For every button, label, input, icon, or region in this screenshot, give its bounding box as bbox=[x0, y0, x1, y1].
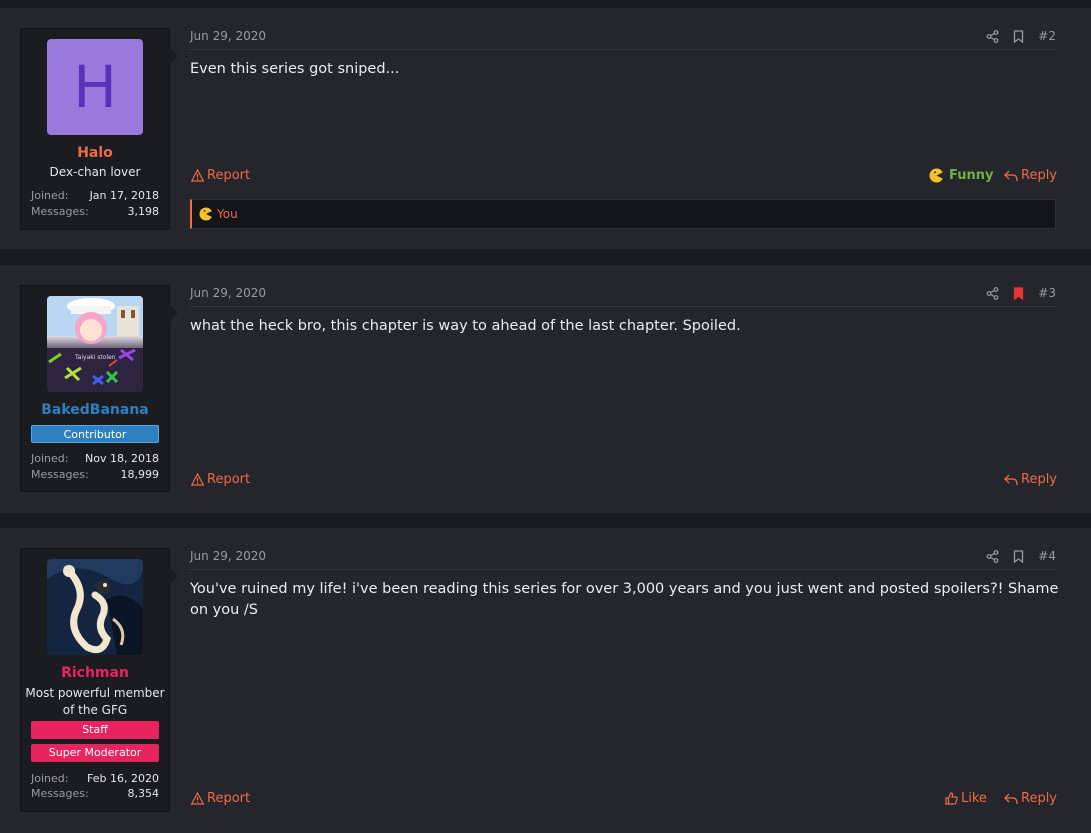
reply-label: Reply bbox=[1021, 472, 1058, 487]
joined-row: Joined: Nov 18, 2018 bbox=[31, 452, 159, 465]
avatar-caption: Taiyaki stolen bbox=[74, 354, 116, 361]
reply-button[interactable]: Reply bbox=[1004, 472, 1057, 487]
post-number[interactable]: #2 bbox=[1038, 29, 1056, 43]
user-title: Most powerful member of the GFG bbox=[25, 686, 165, 717]
user-card: H Halo Dex-chan lover Joined: Jan 17, 20… bbox=[20, 28, 178, 230]
share-icon[interactable] bbox=[986, 286, 999, 300]
staff-badge: Staff bbox=[31, 721, 159, 739]
super-moderator-badge: Super Moderator bbox=[31, 744, 159, 762]
report-button[interactable]: Report bbox=[191, 168, 250, 183]
messages-label: Messages: bbox=[31, 468, 89, 481]
funny-reaction-button[interactable]: Funny bbox=[929, 168, 993, 183]
meta-divider bbox=[190, 569, 1056, 570]
share-icon[interactable] bbox=[986, 29, 999, 43]
username[interactable]: Richman bbox=[21, 665, 169, 681]
bookmark-icon[interactable] bbox=[1013, 29, 1024, 43]
avatar-image: Taiyaki stolen bbox=[47, 296, 143, 392]
warning-icon bbox=[191, 169, 204, 182]
report-button[interactable]: Report bbox=[191, 791, 250, 806]
post-meta-actions: #2 bbox=[986, 29, 1056, 43]
post-3: Taiyaki stolen BakedBanana Contributor J… bbox=[0, 265, 1091, 513]
thumbs-up-icon bbox=[945, 792, 958, 805]
post-number[interactable]: #4 bbox=[1038, 549, 1056, 563]
reacted-by[interactable]: You bbox=[217, 207, 238, 221]
user-card: Richman Most powerful member of the GFG … bbox=[20, 548, 178, 812]
messages-row: Messages: 18,999 bbox=[31, 468, 159, 481]
avatar[interactable]: H bbox=[47, 39, 143, 135]
funny-label: Funny bbox=[949, 168, 994, 183]
meta-divider bbox=[190, 49, 1056, 50]
like-label: Like bbox=[961, 791, 987, 806]
username[interactable]: BakedBanana bbox=[21, 402, 169, 418]
report-button[interactable]: Report bbox=[191, 472, 250, 487]
reply-icon bbox=[1004, 793, 1018, 805]
meta-divider bbox=[190, 306, 1056, 307]
messages-value: 18,999 bbox=[120, 468, 160, 481]
messages-value: 3,198 bbox=[127, 205, 160, 218]
bookmark-icon[interactable] bbox=[1013, 549, 1024, 563]
post-meta-actions: #3 bbox=[986, 286, 1056, 300]
joined-value: Feb 16, 2020 bbox=[87, 772, 159, 785]
contributor-badge: Contributor bbox=[31, 425, 159, 443]
avatar-image bbox=[47, 559, 143, 655]
username[interactable]: Halo bbox=[21, 145, 169, 161]
joined-value: Jan 17, 2018 bbox=[89, 189, 159, 202]
post-number[interactable]: #3 bbox=[1038, 286, 1056, 300]
post-date[interactable]: Jun 29, 2020 bbox=[190, 286, 266, 300]
joined-row: Joined: Feb 16, 2020 bbox=[31, 772, 159, 785]
messages-label: Messages: bbox=[31, 787, 89, 800]
bookmark-icon-active[interactable] bbox=[1013, 286, 1024, 300]
post-meta-actions: #4 bbox=[986, 549, 1056, 563]
warning-icon bbox=[191, 792, 204, 805]
post-2: H Halo Dex-chan lover Joined: Jan 17, 20… bbox=[0, 8, 1091, 249]
laugh-emoji-icon bbox=[929, 168, 944, 183]
messages-label: Messages: bbox=[31, 205, 89, 218]
user-card: Taiyaki stolen BakedBanana Contributor J… bbox=[20, 285, 178, 492]
like-button[interactable]: Like bbox=[945, 791, 987, 806]
messages-value: 8,354 bbox=[127, 787, 160, 800]
joined-label: Joined: bbox=[31, 189, 69, 202]
post-4: Richman Most powerful member of the GFG … bbox=[0, 528, 1091, 833]
joined-label: Joined: bbox=[31, 772, 69, 785]
messages-row: Messages: 8,354 bbox=[31, 787, 159, 800]
report-label: Report bbox=[207, 168, 251, 183]
reactions-bar[interactable]: You bbox=[190, 199, 1056, 229]
joined-label: Joined: bbox=[31, 452, 69, 465]
reply-label: Reply bbox=[1021, 168, 1058, 183]
joined-value: Nov 18, 2018 bbox=[85, 452, 159, 465]
post-message: You've ruined my life! i've been reading… bbox=[190, 581, 1059, 618]
report-label: Report bbox=[207, 791, 251, 806]
reply-icon bbox=[1004, 170, 1018, 182]
post-message: Even this series got sniped... bbox=[190, 61, 400, 77]
post-date[interactable]: Jun 29, 2020 bbox=[190, 549, 266, 563]
avatar[interactable] bbox=[47, 559, 143, 655]
share-icon[interactable] bbox=[986, 549, 999, 563]
laugh-emoji-icon bbox=[199, 207, 213, 221]
user-title: Dex-chan lover bbox=[49, 165, 141, 179]
avatar[interactable]: Taiyaki stolen bbox=[47, 296, 143, 392]
report-label: Report bbox=[207, 472, 251, 487]
post-date[interactable]: Jun 29, 2020 bbox=[190, 29, 266, 43]
messages-row: Messages: 3,198 bbox=[31, 205, 159, 218]
reply-label: Reply bbox=[1021, 791, 1058, 806]
post-message: what the heck bro, this chapter is way t… bbox=[190, 318, 741, 334]
reply-button[interactable]: Reply bbox=[1004, 168, 1057, 183]
warning-icon bbox=[191, 473, 204, 486]
joined-row: Joined: Jan 17, 2018 bbox=[31, 189, 159, 202]
reply-button[interactable]: Reply bbox=[1004, 791, 1057, 806]
reply-icon bbox=[1004, 474, 1018, 486]
